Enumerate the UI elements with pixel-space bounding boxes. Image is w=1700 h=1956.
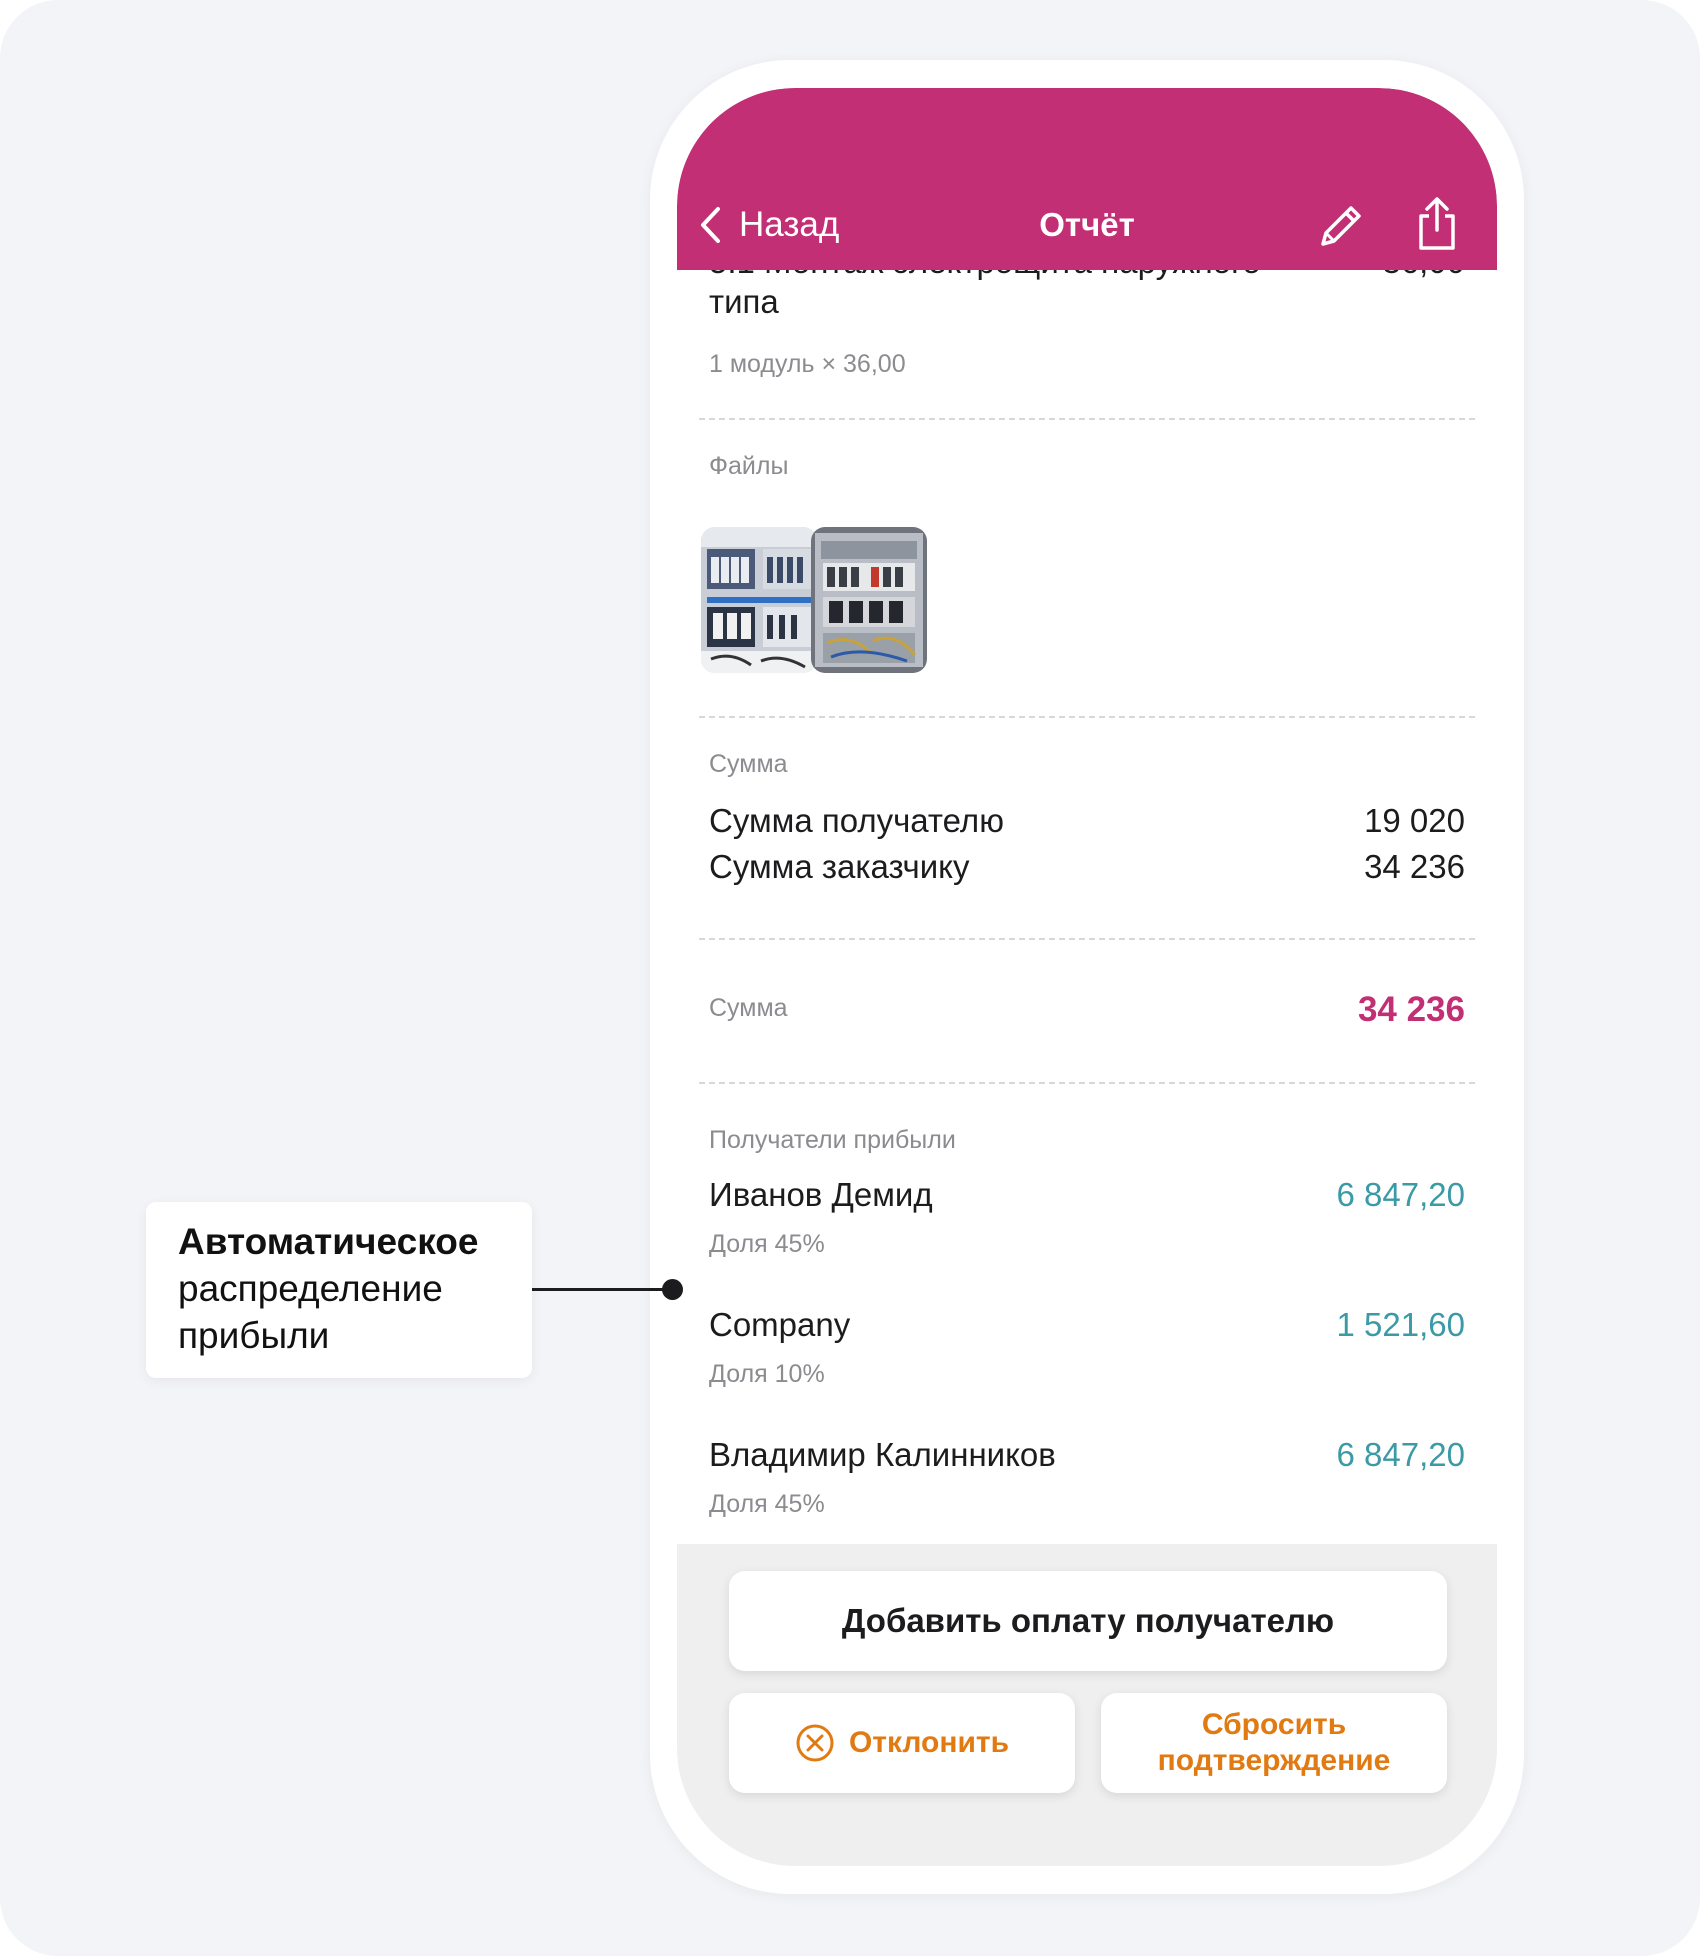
sum-customer-label: Сумма заказчику xyxy=(709,848,970,885)
close-circle-icon xyxy=(796,1724,834,1762)
files-label: Файлы xyxy=(709,452,789,480)
back-label: Назад xyxy=(739,205,840,244)
total-value: 34 236 xyxy=(1357,990,1465,1029)
total-label: Сумма xyxy=(709,994,788,1022)
divider xyxy=(699,1082,1475,1084)
item-amount: 36,00 xyxy=(1382,270,1465,282)
divider xyxy=(699,938,1475,940)
callout-box: Автоматическое распределение прибыли xyxy=(146,1202,532,1378)
callout-connector-line xyxy=(532,1288,672,1291)
action-panel: Добавить оплату получателю Отклонить Сбр… xyxy=(677,1544,1497,1866)
reset-label-line1: Сбросить xyxy=(1201,1708,1347,1741)
recipient-amount: 6 847,20 xyxy=(1336,1176,1465,1213)
divider xyxy=(699,418,1475,420)
electrical-panel-photo xyxy=(701,527,817,673)
file-thumbnail[interactable] xyxy=(811,527,927,673)
chevron-left-icon xyxy=(701,207,720,243)
callout-connector-dot xyxy=(662,1279,683,1300)
recipient-name: Company xyxy=(709,1306,851,1343)
recipients-label: Получатели прибыли xyxy=(709,1126,956,1154)
sum-customer-value: 34 236 xyxy=(1364,848,1465,885)
file-thumbnail[interactable] xyxy=(701,527,817,673)
edit-button[interactable] xyxy=(1315,200,1367,252)
reject-button[interactable]: Отклонить xyxy=(729,1693,1075,1793)
navigation-bar: Назад Отчёт xyxy=(677,88,1497,270)
callout-line: прибыли xyxy=(178,1315,330,1356)
callout-heading: Автоматическое xyxy=(178,1221,479,1262)
recipient-name: Иванов Демид xyxy=(709,1176,933,1213)
share-button[interactable] xyxy=(1411,196,1463,252)
reject-label: Отклонить xyxy=(848,1726,1010,1759)
add-payment-button[interactable]: Добавить оплату получателю xyxy=(729,1571,1447,1671)
sums-label: Сумма xyxy=(709,750,788,778)
sum-recipient-value: 19 020 xyxy=(1364,802,1465,839)
reset-label-line2: подтверждение xyxy=(1157,1744,1391,1777)
phone-screen: Назад Отчёт 5.1 Монтаж электрощита наруж… xyxy=(677,88,1497,1866)
item-title: 5.1 Монтаж электрощита наружного типа xyxy=(709,270,1261,320)
pencil-icon xyxy=(1321,206,1361,246)
recipient-share: Доля 10% xyxy=(709,1360,825,1388)
recipient-amount: 1 521,60 xyxy=(1336,1306,1465,1343)
divider xyxy=(699,716,1475,718)
share-icon xyxy=(1419,197,1455,250)
back-button[interactable]: Назад xyxy=(699,200,839,250)
callout-text: Автоматическое распределение прибыли xyxy=(178,1218,478,1359)
recipient-share: Доля 45% xyxy=(709,1230,825,1258)
recipient-share: Доля 45% xyxy=(709,1490,825,1518)
item-quantity: 1 модуль × 36,00 xyxy=(709,350,906,378)
recipient-amount: 6 847,20 xyxy=(1336,1436,1465,1473)
sum-recipient-label: Сумма получателю xyxy=(709,802,1004,839)
recipient-name: Владимир Калинников xyxy=(709,1436,1056,1473)
callout-line: распределение xyxy=(178,1268,443,1309)
electrical-panel-photo xyxy=(811,527,927,673)
report-content: 5.1 Монтаж электрощита наружного типа 36… xyxy=(677,270,1497,1544)
reset-confirmation-button[interactable]: Сбросить подтверждение xyxy=(1101,1693,1447,1793)
